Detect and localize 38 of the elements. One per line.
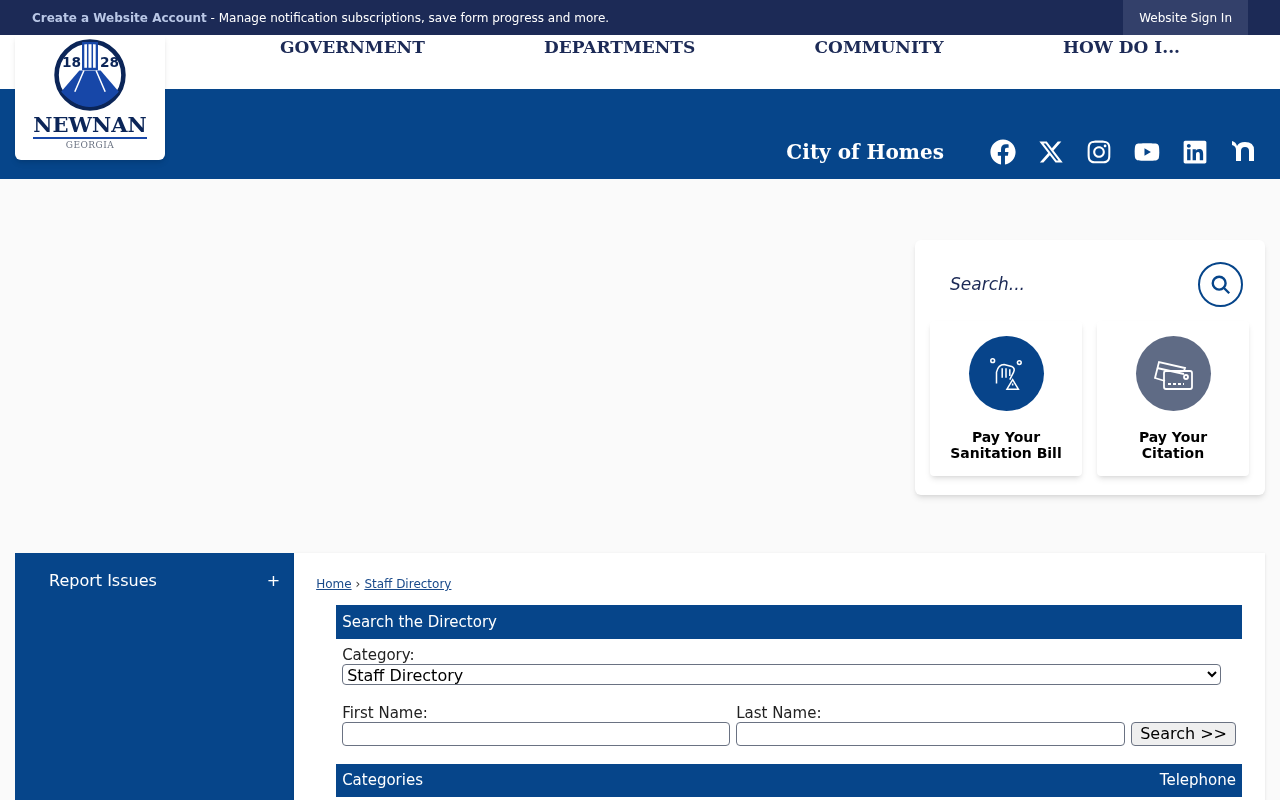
field-label: Category:: [342, 646, 416, 664]
x-icon[interactable]: [1038, 139, 1064, 165]
breadcrumb-link[interactable]: Staff Directory: [364, 575, 452, 593]
field-label: First Name:: [342, 704, 429, 722]
tagline: City of Homes: [786, 139, 944, 166]
facebook-icon[interactable]: [990, 139, 1016, 165]
quick-link-label: Pay Your Sanitation Bill: [949, 429, 1063, 461]
logo-card[interactable]: 18 28 NEWNAN GEORGIA: [15, 35, 165, 160]
nav-link[interactable]: HOW DO I...: [1022, 35, 1220, 61]
section-header: Search the Directory: [336, 605, 1242, 639]
logo-state: GEORGIA: [65, 139, 115, 152]
sign-in-button[interactable]: Website Sign In: [1123, 0, 1248, 35]
first-name-field[interactable]: [342, 722, 731, 746]
nav-link[interactable]: DEPARTMENTS: [504, 35, 736, 61]
quick-link-label: Pay Your Citation: [1137, 429, 1209, 461]
linkedin-icon[interactable]: [1182, 139, 1208, 165]
sidebar-item[interactable]: Report Issues: [49, 569, 157, 593]
nav-link[interactable]: COMMUNITY: [774, 35, 984, 61]
logo-emblem: 18 28: [52, 37, 128, 113]
instagram-icon[interactable]: [1086, 139, 1112, 165]
expand-button[interactable]: +: [266, 569, 281, 593]
search-button[interactable]: [1198, 262, 1243, 307]
create-account-link[interactable]: Create a Website Account: [32, 10, 207, 25]
nav-link[interactable]: GOVERNMENT: [240, 35, 465, 61]
category-select[interactable]: Staff Directory: [342, 664, 1221, 685]
quick-link-card[interactable]: Pay Your Sanitation Bill: [930, 321, 1082, 476]
account-description: - Manage notification subscriptions, save form progress and more.: [209, 10, 610, 25]
breadcrumb-link[interactable]: Home: [316, 575, 352, 593]
field-label: Last Name:: [736, 704, 823, 722]
last-name-field[interactable]: [736, 722, 1126, 746]
search-icon: [1209, 273, 1232, 296]
column-header: Telephone: [1159, 770, 1236, 792]
breadcrumb-separator: ›: [355, 576, 361, 593]
quick-link-card[interactable]: Pay Your Citation: [1097, 321, 1249, 476]
column-header: Categories: [342, 770, 423, 792]
logo-name: NEWNAN: [33, 113, 147, 139]
search-field[interactable]: Search...: [950, 271, 1170, 298]
search-submit-button[interactable]: Search >>: [1131, 722, 1236, 746]
